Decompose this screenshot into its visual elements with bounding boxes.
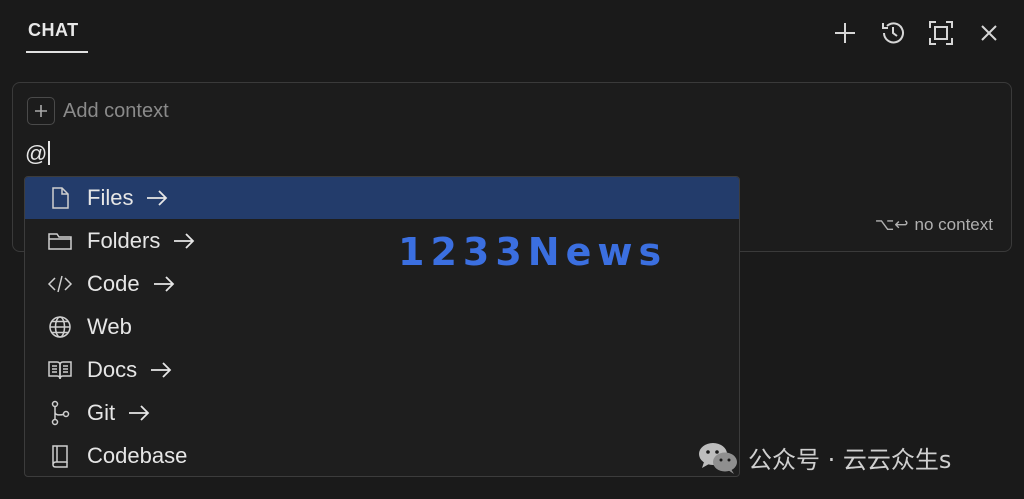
menu-item-docs[interactable]: Docs bbox=[25, 349, 739, 391]
no-context-hint[interactable]: ⌥↩ no context bbox=[875, 215, 993, 235]
menu-item-git[interactable]: Git bbox=[25, 392, 739, 434]
add-context-plus bbox=[27, 97, 55, 125]
mention-menu: Files Folders Code Web Docs Git Codebase bbox=[24, 176, 740, 477]
git-branch-icon bbox=[51, 400, 70, 426]
wechat-icon bbox=[699, 442, 737, 474]
text-caret bbox=[48, 141, 51, 165]
arrow-right-icon bbox=[147, 190, 168, 206]
watermark-text: 1233News bbox=[398, 230, 668, 274]
tab-active-indicator bbox=[26, 51, 88, 53]
wechat-attribution: 公众号 · 云云众生s bbox=[698, 440, 951, 475]
add-context-button[interactable]: Add context bbox=[27, 97, 169, 125]
globe-icon bbox=[49, 316, 71, 338]
new-chat-button[interactable] bbox=[828, 18, 862, 48]
folder-icon bbox=[48, 233, 72, 250]
arrow-right-icon bbox=[174, 233, 195, 249]
maximize-icon bbox=[929, 21, 953, 45]
menu-item-label: Docs bbox=[87, 357, 138, 382]
plus-icon bbox=[835, 23, 855, 43]
menu-item-label: Folders bbox=[87, 228, 161, 253]
plus-icon bbox=[35, 105, 47, 117]
arrow-right-icon bbox=[153, 276, 174, 292]
tab-chat[interactable]: CHAT bbox=[28, 20, 79, 41]
file-icon bbox=[52, 187, 69, 209]
menu-item-web[interactable]: Web bbox=[25, 306, 739, 348]
menu-item-codebase[interactable]: Codebase bbox=[25, 435, 739, 476]
menu-item-label: Codebase bbox=[87, 443, 188, 468]
menu-item-label: Git bbox=[87, 400, 116, 425]
book-icon bbox=[48, 361, 72, 380]
chat-input-value: @ bbox=[25, 141, 48, 166]
hint-label: no context bbox=[914, 215, 993, 234]
close-icon bbox=[981, 25, 997, 41]
wechat-label: 公众号 · 云云众生s bbox=[748, 446, 952, 474]
history-button[interactable] bbox=[876, 18, 910, 48]
menu-item-label: Files bbox=[87, 185, 134, 210]
keyboard-shortcut: ⌥↩ bbox=[874, 215, 909, 234]
codebase-icon bbox=[52, 445, 68, 468]
close-button[interactable] bbox=[972, 18, 1006, 48]
menu-item-label: Code bbox=[87, 271, 140, 296]
history-icon bbox=[882, 22, 904, 44]
arrow-right-icon bbox=[151, 362, 172, 378]
code-icon bbox=[47, 275, 73, 293]
header-actions bbox=[828, 18, 1006, 48]
arrow-right-icon bbox=[129, 405, 150, 421]
chat-input-field[interactable]: @ bbox=[25, 141, 51, 167]
add-context-label: Add context bbox=[63, 99, 169, 122]
menu-item-files[interactable]: Files bbox=[25, 177, 739, 219]
chat-header: CHAT bbox=[0, 0, 1024, 70]
menu-item-label: Web bbox=[87, 314, 132, 339]
maximize-button[interactable] bbox=[924, 18, 958, 48]
